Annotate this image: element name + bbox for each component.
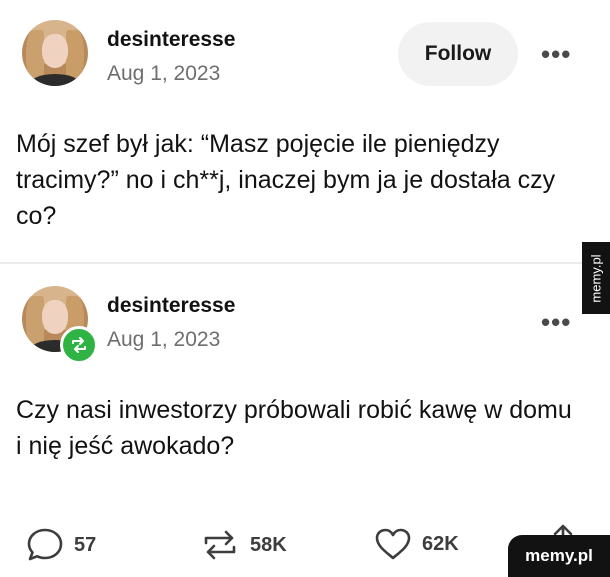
post-reblog: desinteresse Aug 1, 2023 ••• Czy nasi in…: [0, 266, 582, 516]
repost-count: 58K: [250, 533, 287, 556]
username[interactable]: desinteresse: [107, 294, 235, 318]
comment-icon: [27, 528, 63, 561]
repost-badge-icon: [60, 326, 98, 364]
avatar[interactable]: [22, 20, 88, 86]
comment-button[interactable]: 57: [26, 527, 96, 563]
like-count: 62K: [422, 532, 459, 555]
more-options-icon[interactable]: •••: [541, 41, 571, 67]
repost-button[interactable]: 58K: [200, 527, 287, 563]
watermark-side: memy.pl: [582, 242, 610, 314]
follow-button[interactable]: Follow: [398, 22, 518, 86]
post-text: Mój szef był jak: “Masz pojęcie ile pien…: [16, 130, 556, 230]
post-date: Aug 1, 2023: [107, 328, 221, 351]
more-options-icon[interactable]: •••: [541, 309, 571, 335]
heart-icon: [375, 528, 411, 560]
post-text: Czy nasi inwestorzy próbowali robić kawę…: [16, 396, 572, 460]
post-original: desinteresse Aug 1, 2023 Follow ••• Mój …: [0, 0, 582, 262]
divider: [0, 262, 582, 264]
username[interactable]: desinteresse: [107, 28, 235, 52]
post-date: Aug 1, 2023: [107, 62, 221, 85]
repost-icon: [204, 530, 236, 560]
like-button[interactable]: 62K: [374, 527, 459, 561]
watermark-text: memy.pl: [588, 253, 604, 303]
watermark-corner: memy.pl: [508, 535, 610, 577]
watermark-text: memy.pl: [525, 546, 593, 565]
comment-count: 57: [74, 533, 97, 556]
